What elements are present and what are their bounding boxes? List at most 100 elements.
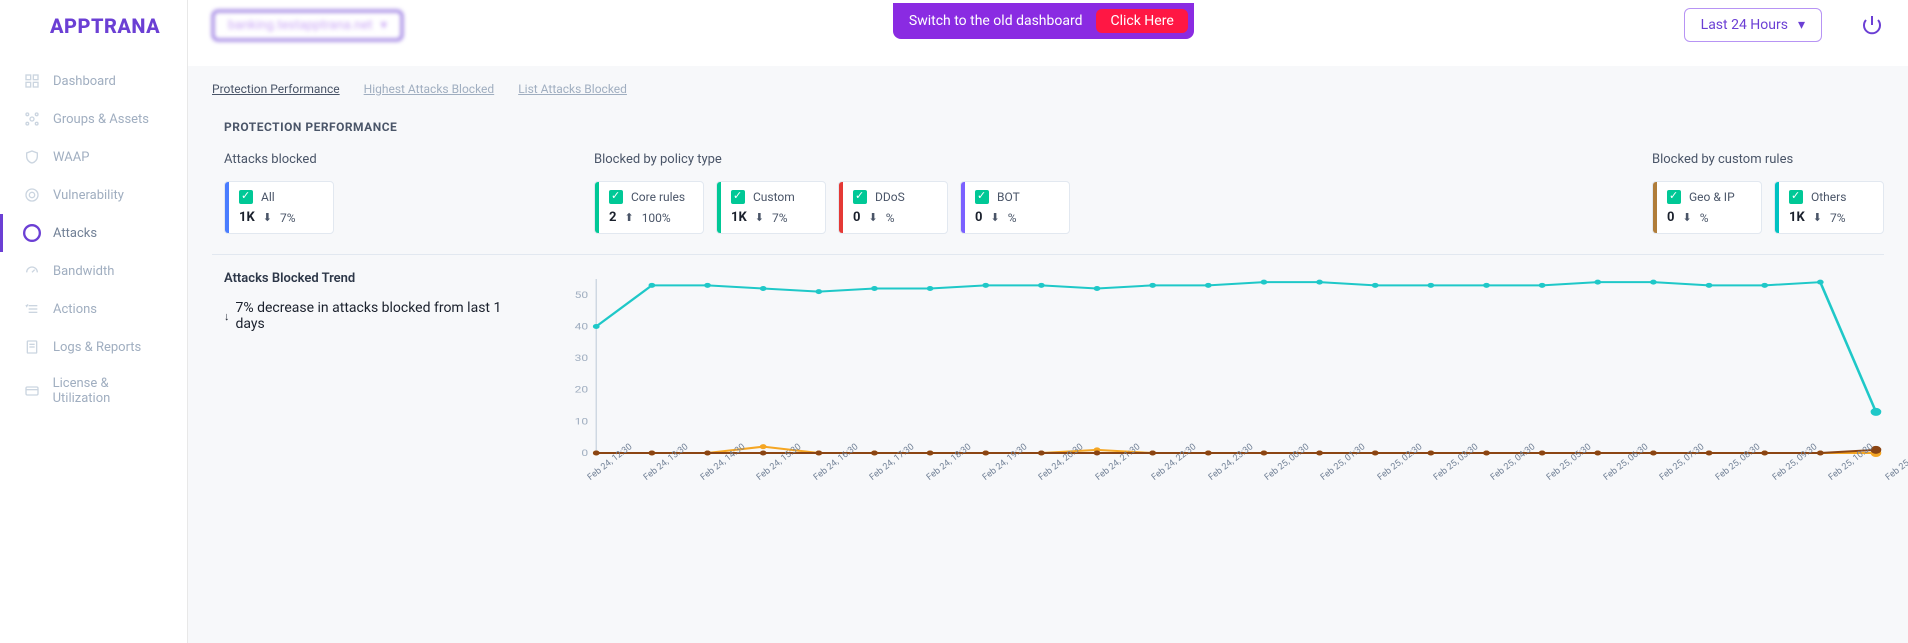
svg-text:30: 30 — [575, 353, 589, 364]
card-value: 1K — [1789, 210, 1805, 225]
card-pct: % — [886, 211, 895, 225]
chevron-down-icon: ▾ — [1798, 17, 1805, 33]
sidebar-item-groups-assets[interactable]: Groups & Assets — [0, 100, 187, 138]
stat-card-bot[interactable]: BOT 0⬇% — [960, 181, 1070, 234]
tab-protection-performance[interactable]: Protection Performance — [212, 82, 340, 96]
x-tick-label: Feb 25, 05:30 — [1545, 475, 1551, 483]
stat-card-all[interactable]: All 1K ⬇ 7% — [224, 181, 334, 234]
list-icon — [23, 300, 41, 318]
custom-rules-block: Blocked by custom rules Geo & IP 0⬇% Oth… — [1652, 152, 1884, 234]
sidebar-item-bandwidth[interactable]: Bandwidth — [0, 252, 187, 290]
card-label: DDoS — [875, 190, 905, 204]
arrow-down-icon: ⬇ — [263, 211, 272, 224]
card-label: BOT — [997, 190, 1020, 204]
alert-icon — [23, 224, 41, 242]
brand-logo: APPTRANA — [0, 0, 187, 62]
arrow-down-icon: ⬇ — [990, 211, 999, 224]
x-tick-label: Feb 25, 04:30 — [1489, 475, 1495, 483]
timerange-selector[interactable]: Last 24 Hours ▾ — [1684, 8, 1822, 42]
svg-text:20: 20 — [575, 384, 589, 395]
chevron-down-icon: ▾ — [380, 18, 387, 33]
click-here-button[interactable]: Click Here — [1096, 9, 1187, 33]
x-tick-label: Feb 24, 14:30 — [699, 475, 705, 483]
svg-text:0: 0 — [581, 448, 588, 459]
trend-title: Attacks Blocked Trend — [224, 271, 532, 286]
x-tick-label: Feb 24, 20:30 — [1037, 475, 1043, 483]
x-tick-label: Feb 25, 11:30 — [1884, 475, 1890, 483]
sidebar-item-actions[interactable]: Actions — [0, 290, 187, 328]
card-label: All — [261, 190, 275, 204]
sidebar-item-label: License & Utilization — [53, 376, 167, 406]
arrow-up-icon: ⬆ — [624, 211, 633, 224]
x-tick-label: Feb 25, 01:30 — [1319, 475, 1325, 483]
svg-text:10: 10 — [575, 416, 589, 427]
card-icon — [23, 382, 41, 400]
power-icon[interactable] — [1860, 13, 1884, 37]
document-icon — [23, 338, 41, 356]
sidebar-item-logs-reports[interactable]: Logs & Reports — [0, 328, 187, 366]
svg-text:40: 40 — [575, 321, 589, 332]
x-tick-label: Feb 24, 13:30 — [642, 475, 648, 483]
card-value: 2 — [609, 210, 616, 225]
dashboard-icon — [23, 72, 41, 90]
x-tick-label: Feb 24, 18:30 — [925, 475, 931, 483]
policy-type-block: Blocked by policy type Core rules 2⬆100%… — [594, 152, 1070, 234]
x-tick-label: Feb 25, 06:30 — [1602, 475, 1608, 483]
sidebar-item-label: WAAP — [53, 150, 89, 165]
tab-list-attacks-blocked[interactable]: List Attacks Blocked — [518, 82, 627, 96]
stat-card-custom[interactable]: Custom 1K⬇7% — [716, 181, 826, 234]
target-icon — [23, 186, 41, 204]
topbar: banking.testapptrana.net ▾ Switch to the… — [188, 0, 1908, 66]
x-tick-label: Feb 24, 19:30 — [981, 475, 987, 483]
switch-banner: Switch to the old dashboard Click Here — [893, 3, 1194, 39]
arrow-down-icon: ⬇ — [1813, 211, 1822, 224]
x-tick-label: Feb 25, 03:30 — [1432, 475, 1438, 483]
card-label: Core rules — [631, 190, 685, 204]
x-tick-label: Feb 24, 16:30 — [812, 475, 818, 483]
site-selector[interactable]: banking.testapptrana.net ▾ — [212, 10, 403, 41]
sidebar-item-label: Bandwidth — [53, 264, 114, 279]
stat-card-others[interactable]: Others 1K ⬇ 7% — [1774, 181, 1884, 234]
card-pct: 7% — [1830, 211, 1846, 225]
sidebar-item-label: Logs & Reports — [53, 340, 141, 355]
check-icon — [1667, 190, 1681, 204]
sidebar-item-label: Vulnerability — [53, 188, 124, 203]
x-tick-label: Feb 25, 08:30 — [1714, 475, 1720, 483]
card-value: 0 — [853, 210, 860, 225]
subtabs: Protection Performance Highest Attacks Bl… — [212, 82, 1884, 96]
x-tick-label: Feb 24, 23:30 — [1207, 475, 1213, 483]
stat-card-core-rules[interactable]: Core rules 2⬆100% — [594, 181, 704, 234]
trend-chart: 01020304050 Feb 24, 12:30Feb 24, 13:30Fe… — [556, 271, 1884, 501]
card-value: 0 — [1667, 210, 1674, 225]
arrow-down-icon: ⬇ — [1682, 211, 1691, 224]
arrow-down-icon: ↓ — [224, 310, 230, 323]
sidebar: APPTRANA Dashboard Groups & Assets WAAP Vul… — [0, 0, 188, 643]
x-tick-label: Feb 25, 02:30 — [1376, 475, 1382, 483]
sidebar-item-waap[interactable]: WAAP — [0, 138, 187, 176]
sidebar-item-label: Actions — [53, 302, 97, 317]
card-pct: 7% — [772, 211, 788, 225]
card-pct: 7% — [280, 211, 296, 225]
sidebar-item-attacks[interactable]: Attacks — [0, 214, 187, 252]
sidebar-item-label: Dashboard — [53, 74, 116, 89]
x-tick-label: Feb 24, 17:30 — [868, 475, 874, 483]
card-value: 1K — [731, 210, 747, 225]
x-tick-label: Feb 24, 22:30 — [1150, 475, 1156, 483]
check-icon — [853, 190, 867, 204]
sidebar-item-label: Groups & Assets — [53, 112, 149, 127]
card-value: 1K — [239, 210, 255, 225]
sidebar-item-dashboard[interactable]: Dashboard — [0, 62, 187, 100]
arrow-down-icon: ⬇ — [868, 211, 877, 224]
shield-icon — [23, 148, 41, 166]
content: Protection Performance Highest Attacks Bl… — [188, 66, 1908, 643]
tab-highest-attacks-blocked[interactable]: Highest Attacks Blocked — [364, 82, 495, 96]
x-tick-label: Feb 25, 07:30 — [1658, 475, 1664, 483]
check-icon — [609, 190, 623, 204]
card-pct: % — [1008, 211, 1017, 225]
sidebar-item-license-utilization[interactable]: License & Utilization — [0, 366, 187, 416]
check-icon — [1789, 190, 1803, 204]
sidebar-item-vulnerability[interactable]: Vulnerability — [0, 176, 187, 214]
stat-card-ddos[interactable]: DDoS 0 ⬇% — [838, 181, 948, 234]
stat-card-geo-ip[interactable]: Geo & IP 0⬇% — [1652, 181, 1762, 234]
card-label: Others — [1811, 190, 1846, 204]
